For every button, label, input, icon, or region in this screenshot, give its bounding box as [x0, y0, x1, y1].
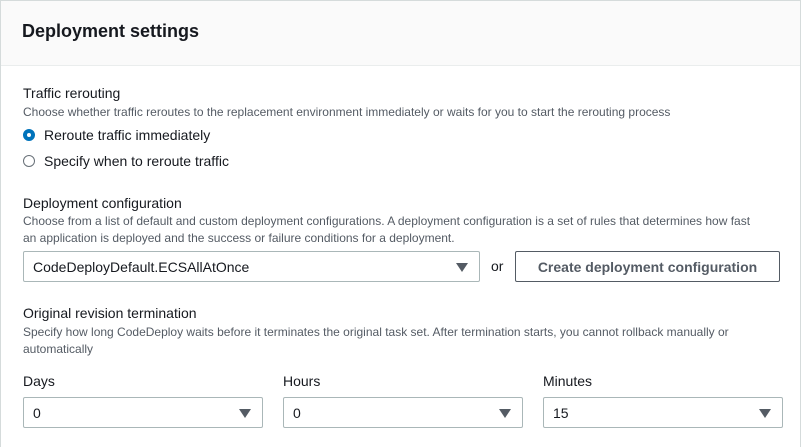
termination-description-2: automatically — [23, 342, 94, 356]
panel-header: Deployment settings — [1, 1, 800, 66]
or-separator: or — [491, 258, 504, 274]
radio-selected-icon — [23, 129, 35, 141]
caret-down-icon — [239, 409, 251, 418]
termination-description-1: Specify how long CodeDeploy waits before… — [23, 325, 729, 339]
caret-down-icon — [759, 409, 771, 418]
deployment-configuration-select[interactable]: CodeDeployDefault.ECSAllAtOnce — [23, 251, 480, 282]
caret-down-icon — [456, 263, 468, 272]
days-select[interactable]: 0 — [23, 397, 263, 428]
select-value: 15 — [553, 405, 569, 421]
hours-select[interactable]: 0 — [283, 397, 523, 428]
select-value: 0 — [293, 405, 301, 421]
minutes-select[interactable]: 15 — [543, 397, 783, 428]
deployment-settings-panel: Deployment settings Traffic rerouting Ch… — [0, 0, 801, 447]
radio-specify-reroute[interactable]: Specify when to reroute traffic — [23, 152, 229, 170]
traffic-rerouting-label: Traffic rerouting — [23, 85, 121, 101]
radio-unselected-icon — [23, 155, 35, 167]
deployment-configuration-label: Deployment configuration — [23, 195, 182, 211]
deployment-configuration-description-1: Choose from a list of default and custom… — [23, 214, 751, 228]
select-value: CodeDeployDefault.ECSAllAtOnce — [33, 259, 250, 275]
days-label: Days — [23, 373, 55, 389]
select-value: 0 — [33, 405, 41, 421]
radio-label: Reroute traffic immediately — [44, 127, 211, 143]
traffic-rerouting-description: Choose whether traffic reroutes to the r… — [23, 105, 671, 119]
caret-down-icon — [499, 409, 511, 418]
hours-label: Hours — [283, 373, 321, 389]
radio-label: Specify when to reroute traffic — [44, 153, 229, 169]
radio-reroute-immediately[interactable]: Reroute traffic immediately — [23, 126, 210, 144]
minutes-label: Minutes — [543, 373, 593, 389]
panel-title: Deployment settings — [22, 21, 200, 41]
create-deployment-configuration-button[interactable]: Create deployment configuration — [515, 251, 780, 282]
deployment-configuration-description-2: an application is deployed and the succe… — [23, 231, 455, 245]
termination-label: Original revision termination — [23, 305, 197, 321]
